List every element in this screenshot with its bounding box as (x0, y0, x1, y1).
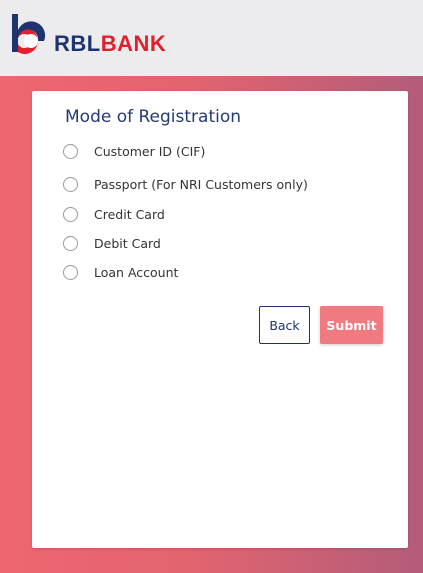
option-debit-card[interactable]: Debit Card (63, 236, 161, 251)
radio-unchecked-icon[interactable] (63, 236, 78, 251)
radio-unchecked-icon[interactable] (63, 177, 78, 192)
option-customer-id[interactable]: Customer ID (CIF) (63, 144, 205, 159)
rbl-logo-icon (12, 14, 46, 54)
logo-wordmark: RBLBANK (54, 33, 166, 55)
radio-unchecked-icon[interactable] (63, 265, 78, 280)
option-label: Loan Account (94, 265, 179, 280)
header-bar: RBLBANK (0, 0, 423, 76)
registration-card: Mode of Registration Customer ID (CIF) P… (32, 91, 408, 548)
back-button[interactable]: Back (259, 306, 310, 344)
option-credit-card[interactable]: Credit Card (63, 207, 165, 222)
option-label: Debit Card (94, 236, 161, 251)
option-label: Passport (For NRI Customers only) (94, 177, 308, 192)
option-label: Customer ID (CIF) (94, 144, 206, 159)
radio-unchecked-icon[interactable] (63, 144, 78, 159)
submit-button[interactable]: Submit (320, 306, 383, 344)
logo-text-rbl: RBL (54, 31, 101, 56)
rbl-bank-logo[interactable]: RBLBANK (12, 14, 166, 56)
radio-unchecked-icon[interactable] (63, 207, 78, 222)
logo-text-bank: BANK (100, 31, 167, 56)
form-title: Mode of Registration (65, 107, 242, 127)
option-label: Credit Card (94, 207, 165, 222)
option-passport[interactable]: Passport (For NRI Customers only) (63, 177, 308, 192)
option-loan-account[interactable]: Loan Account (63, 265, 178, 280)
